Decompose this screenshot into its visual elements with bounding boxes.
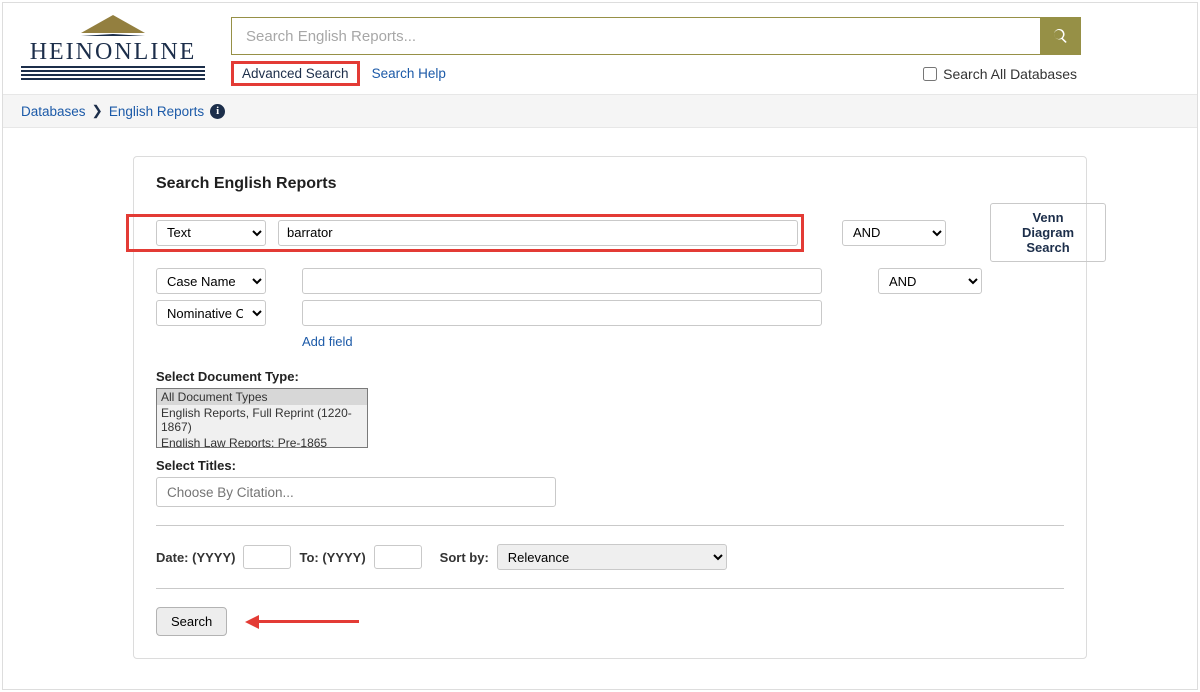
- doc-type-option[interactable]: English Reports, Full Reprint (1220-1867…: [157, 405, 367, 435]
- global-search-bar: [231, 17, 1081, 55]
- date-from-input[interactable]: [243, 545, 291, 569]
- bool-select-2[interactable]: AND: [878, 268, 982, 294]
- search-all-databases-toggle[interactable]: Search All Databases: [923, 66, 1077, 82]
- doc-type-listbox[interactable]: All Document Types English Reports, Full…: [156, 388, 368, 448]
- arrow-annotation: [245, 615, 359, 629]
- doc-type-option[interactable]: All Document Types: [157, 389, 367, 405]
- panel-title: Search English Reports: [156, 175, 1064, 193]
- bool-select-1[interactable]: AND: [842, 220, 946, 246]
- divider: [156, 588, 1064, 589]
- choose-titles-input[interactable]: [156, 477, 556, 507]
- sort-by-label: Sort by:: [440, 550, 489, 565]
- search-all-databases-checkbox[interactable]: [923, 67, 937, 81]
- breadcrumb-databases[interactable]: Databases: [21, 104, 86, 119]
- field-select-1[interactable]: Text: [156, 220, 266, 246]
- global-search-button[interactable]: [1040, 18, 1080, 54]
- search-icon: [1051, 27, 1069, 45]
- field-select-2[interactable]: Case Name: [156, 268, 266, 294]
- field-value-2[interactable]: [302, 268, 822, 294]
- info-icon[interactable]: i: [210, 104, 225, 119]
- titles-label: Select Titles:: [156, 458, 1064, 473]
- advanced-search-panel: Search English Reports Text: [133, 156, 1087, 659]
- heinonline-logo[interactable]: HEINONLINE: [21, 15, 205, 80]
- sort-by-select[interactable]: Relevance: [497, 544, 727, 570]
- field-value-3[interactable]: [302, 300, 822, 326]
- add-field-link[interactable]: Add field: [302, 334, 353, 349]
- search-button[interactable]: Search: [156, 607, 227, 636]
- search-all-databases-label: Search All Databases: [943, 66, 1077, 82]
- logo-text: HEINONLINE: [30, 39, 197, 66]
- chevron-right-icon: ❯: [92, 103, 103, 119]
- date-to-label: To: (YYYY): [299, 550, 365, 565]
- field-value-1[interactable]: [278, 220, 798, 246]
- breadcrumb: Databases ❯ English Reports i: [3, 94, 1197, 128]
- search-help-link[interactable]: Search Help: [372, 66, 446, 81]
- global-search-input[interactable]: [232, 18, 1040, 54]
- breadcrumb-current[interactable]: English Reports: [109, 104, 204, 119]
- field-select-3[interactable]: Nominative Ci: [156, 300, 266, 326]
- doc-type-option[interactable]: English Law Reports: Pre-1865: [157, 435, 367, 448]
- date-from-label: Date: (YYYY): [156, 550, 235, 565]
- doc-type-label: Select Document Type:: [156, 369, 1064, 384]
- advanced-search-link[interactable]: Advanced Search: [231, 61, 360, 86]
- divider: [156, 525, 1064, 526]
- venn-diagram-button[interactable]: Venn Diagram Search: [990, 203, 1106, 262]
- logo-roof-icon: [81, 15, 145, 33]
- date-to-input[interactable]: [374, 545, 422, 569]
